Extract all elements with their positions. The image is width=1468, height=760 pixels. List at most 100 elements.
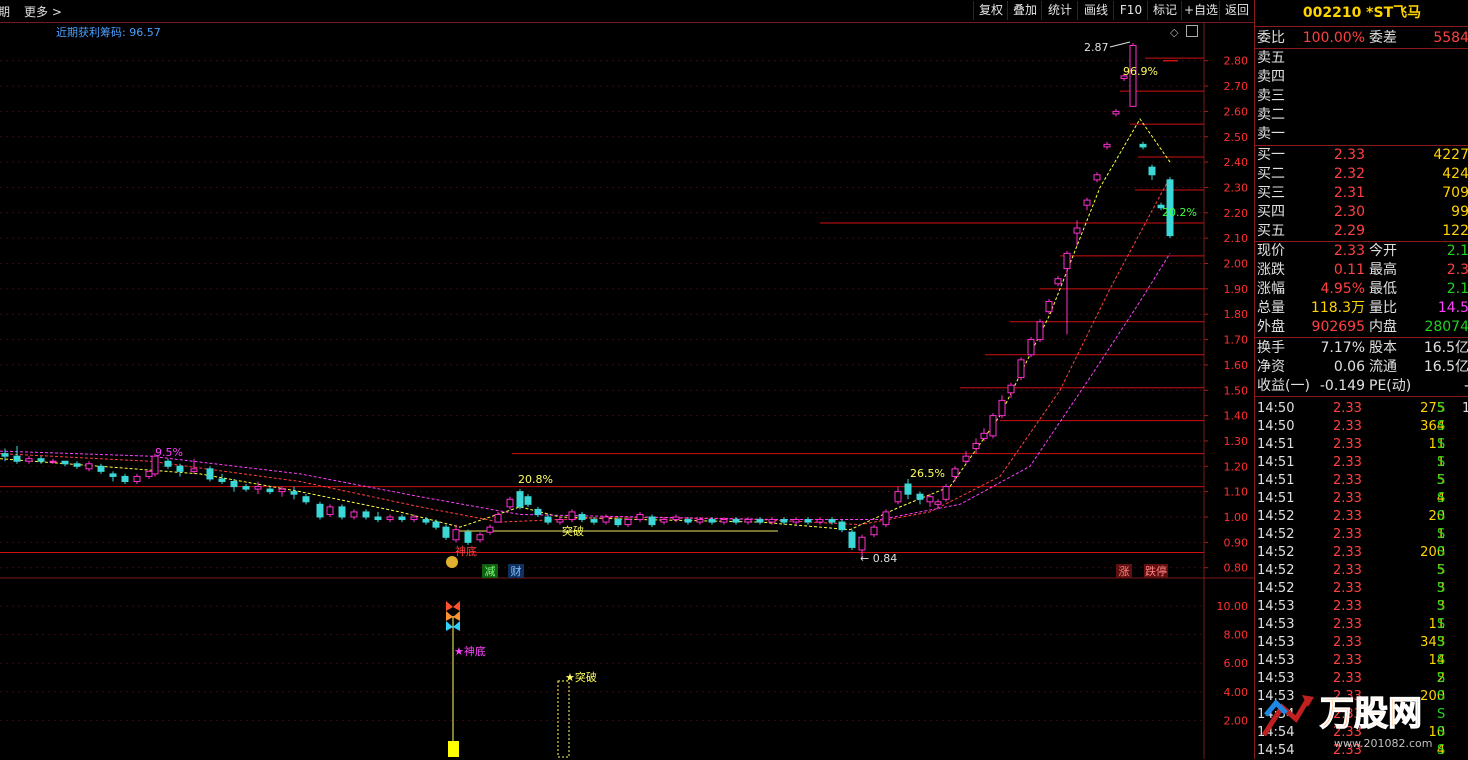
ma-slow-line (0, 253, 1171, 521)
candle-body (338, 506, 346, 518)
volume-tick-label: 10.00 (1217, 600, 1249, 613)
stat-label-2: 量比 (1369, 300, 1397, 316)
candle-body (816, 519, 824, 523)
period-label[interactable]: 周期 (0, 3, 10, 20)
more-menu[interactable]: 更多 > (24, 3, 62, 20)
tick-time: 14:52 (1257, 527, 1295, 542)
candle-body (828, 519, 836, 523)
candle (374, 511, 382, 523)
tick-price: 2.33 (1333, 581, 1362, 596)
bid-volume: 122 (1442, 223, 1468, 239)
bid-label: 买三 (1257, 185, 1285, 201)
price-tick-label: 2.70 (1224, 80, 1249, 93)
candle-body (254, 486, 262, 490)
stat-label: 总量 (1257, 300, 1285, 316)
money-bag-icon (446, 556, 458, 568)
f10-button[interactable]: F10 (1113, 1, 1148, 20)
candle-body (73, 463, 81, 467)
bid-row: 买四 2.30 99 (1255, 203, 1468, 221)
candle (744, 517, 752, 525)
candle-body (1063, 252, 1071, 270)
tick-time: 14:51 (1257, 455, 1295, 470)
tick-price: 2.33 (1333, 455, 1362, 470)
candle (145, 470, 153, 479)
candle-body (133, 475, 141, 483)
candle-body (494, 513, 502, 523)
stat-row: 涨跌 0.11 最高 2.3 (1255, 261, 1468, 279)
ask-label: 卖四 (1257, 69, 1285, 85)
price-tick-label: 2.30 (1224, 181, 1249, 194)
candle-body (848, 531, 856, 548)
candle (486, 524, 494, 535)
stat-row: 涨幅 4.95% 最低 2.1 (1255, 280, 1468, 298)
candle-body (516, 491, 524, 508)
back-button[interactable]: 返回 (1219, 1, 1254, 20)
price-tick-label: 2.50 (1224, 131, 1249, 144)
candle-body (942, 486, 950, 500)
candle (121, 473, 129, 485)
stock-title: 002210 *ST飞马 (1302, 5, 1422, 21)
moving-averages (0, 118, 1171, 531)
stat-label-2: 最低 (1369, 281, 1397, 297)
candle (362, 509, 370, 520)
tick-side: S (1437, 653, 1446, 668)
candle-body (476, 534, 484, 541)
candles[interactable] (1, 42, 1174, 558)
bid-label: 买二 (1257, 166, 1285, 182)
candle (266, 486, 274, 495)
tick-extra: 1 (1462, 401, 1468, 416)
candle (494, 511, 502, 523)
candle-body (926, 496, 934, 503)
candle-body (121, 475, 129, 483)
tick-side: S (1437, 473, 1446, 488)
mark-button[interactable]: 标记 (1147, 1, 1182, 20)
window-icon[interactable] (1186, 25, 1198, 37)
tick-row: 14:53 2.33 343 S (1255, 634, 1468, 652)
draw-line-button[interactable]: 画线 (1077, 1, 1114, 20)
event-limit-up: 涨 (1119, 565, 1130, 578)
volume-tick-label: 4.00 (1224, 686, 1249, 699)
candle-body (904, 483, 912, 495)
sub-indicator: ★神底 ★突破 (446, 601, 597, 758)
candle (133, 473, 141, 485)
tick-price: 2.33 (1333, 491, 1362, 506)
bid-row: 买五 2.29 122 (1255, 222, 1468, 240)
restore-rights-button[interactable]: 复权 (973, 1, 1008, 20)
high-label: 2.87 (1084, 41, 1109, 54)
pct-label-3: 26.5% (910, 467, 945, 480)
candle (61, 460, 69, 467)
candle-body (696, 519, 704, 523)
profit-chip-label: 近期获利筹码: 96.57 (56, 26, 161, 39)
candle (290, 486, 298, 500)
candle (37, 456, 45, 464)
candle-body (1017, 359, 1025, 379)
candle-body (951, 468, 959, 477)
candle-body (544, 516, 552, 523)
price-tick-label: 1.50 (1224, 384, 1249, 397)
kline-chart[interactable]: 2.80 2.70 2.60 2.50 2.40 2.30 2.20 2.10 2.00 1.90… (0, 0, 1254, 759)
tick-time: 14:53 (1257, 635, 1295, 650)
candle-body (934, 501, 942, 505)
high-arrow (1109, 41, 1131, 48)
candle-body (61, 460, 69, 465)
statistics-button[interactable]: 统计 (1041, 1, 1078, 20)
bid-row: 买二 2.32 424 (1255, 165, 1468, 183)
candle (916, 491, 924, 505)
stat-value-2: 2.1 (1446, 243, 1468, 259)
tick-price: 2.33 (1333, 401, 1362, 416)
chart-toolbar: 周期 更多 > 复权 叠加 统计 画线 F10 标记 +自选 返回 (0, 0, 1254, 23)
tick-side: S (1437, 635, 1446, 650)
sub-bottom-label: ★神底 (454, 644, 486, 658)
price-tick-label: 0.80 (1224, 562, 1249, 575)
tick-side: S (1437, 419, 1446, 434)
breakout-label: 突破 (562, 524, 584, 538)
sub-breakout-label: ★突破 (565, 670, 597, 684)
candle-body (744, 519, 752, 523)
candle-body (25, 458, 33, 462)
candle (516, 489, 524, 510)
tick-price: 2.33 (1333, 563, 1362, 578)
collapse-icon[interactable]: ◇ (1170, 26, 1178, 39)
overlay-button[interactable]: 叠加 (1007, 1, 1042, 20)
add-watchlist-button[interactable]: +自选 (1181, 1, 1220, 20)
candle (350, 509, 358, 520)
